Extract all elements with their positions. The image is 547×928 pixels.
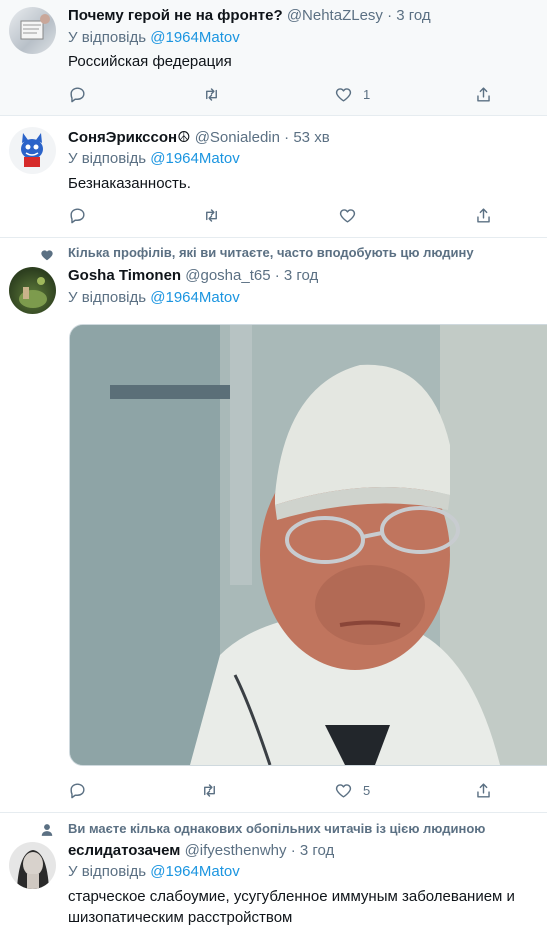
tweet-text: Безнаказанность. [68, 175, 191, 192]
dot-separator: · [387, 7, 393, 24]
tweet-actions: 5 [68, 779, 498, 801]
reply-prefix: У відповідь [68, 150, 147, 167]
avatar[interactable] [9, 127, 56, 174]
tweet-text: Российская федерация [68, 53, 232, 70]
share-button[interactable] [474, 779, 493, 801]
doctor-photo [70, 325, 547, 765]
like-button[interactable] [338, 204, 357, 226]
heart-icon [335, 87, 352, 102]
author-name[interactable]: Gosha Timonen [68, 267, 181, 284]
avatar[interactable] [9, 842, 56, 889]
author-handle[interactable]: @NehtaZLesy [287, 7, 383, 24]
timestamp[interactable]: 3 год [396, 7, 430, 24]
retweet-button[interactable] [202, 204, 221, 226]
tweet-actions: 1 [68, 83, 498, 105]
reply-context: У відповідь @1964Matov [68, 28, 543, 48]
tweet-actions [68, 204, 498, 226]
reply-icon [70, 207, 85, 223]
reply-icon [70, 782, 85, 798]
like-count: 5 [363, 782, 371, 798]
retweet-icon [204, 783, 215, 797]
reply-context: У відповідь @1964Matov [68, 288, 543, 308]
timestamp[interactable]: 3 год [284, 267, 318, 284]
tweet-4[interactable]: Ви маєте кілька однакових обопільних чит… [0, 813, 547, 927]
reply-context: У відповідь @1964Matov [68, 862, 543, 882]
author-name[interactable]: СоняЭрикссон☮ [68, 129, 191, 146]
reply-button[interactable] [68, 83, 87, 105]
like-count: 1 [363, 86, 371, 102]
reply-button[interactable] [68, 779, 87, 801]
tweet-2[interactable]: СоняЭрикссон☮ @Sonialedin · 53 хв У відп… [0, 116, 547, 238]
tweet-header: еслидатозачем @ifyesthenwhy · 3 год [68, 841, 543, 861]
dot-separator: · [290, 842, 296, 859]
reply-context: У відповідь @1964Matov [68, 149, 543, 169]
author-handle[interactable]: @gosha_t65 [185, 267, 270, 284]
reply-icon [70, 86, 85, 102]
author-handle[interactable]: @ifyesthenwhy [185, 842, 287, 859]
reply-to-link[interactable]: @1964Matov [150, 289, 239, 306]
timestamp[interactable]: 53 хв [293, 129, 329, 146]
tweet-header: СоняЭрикссон☮ @Sonialedin · 53 хв [68, 128, 543, 148]
share-button[interactable] [474, 83, 493, 105]
heart-icon [335, 783, 352, 798]
avatar[interactable] [9, 267, 56, 314]
share-icon [477, 86, 490, 102]
tweet-image[interactable] [69, 324, 547, 766]
author-handle[interactable]: @Sonialedin [195, 129, 280, 146]
author-name[interactable]: еслидатозачем [68, 842, 180, 859]
timestamp[interactable]: 3 год [300, 842, 334, 859]
like-button[interactable]: 5 [334, 779, 370, 801]
reply-button[interactable] [68, 204, 87, 226]
share-button[interactable] [474, 204, 493, 226]
tweet-header: Gosha Timonen @gosha_t65 · 3 год [68, 266, 543, 286]
heart-filled-icon [41, 250, 53, 261]
avatar[interactable] [9, 7, 56, 54]
social-context[interactable]: Кілька профілів, які ви читаєте, часто в… [68, 245, 474, 260]
social-context[interactable]: Ви маєте кілька однакових обопільних чит… [68, 821, 485, 836]
retweet-icon [206, 87, 217, 101]
reply-prefix: У відповідь [68, 29, 147, 46]
reply-to-link[interactable]: @1964Matov [150, 863, 239, 880]
reply-prefix: У відповідь [68, 289, 147, 306]
retweet-button[interactable] [202, 83, 221, 105]
like-button[interactable]: 1 [334, 83, 370, 105]
dot-separator: · [284, 129, 290, 146]
author-name[interactable]: Почему герой не на фронте? [68, 7, 283, 24]
tweet-header: Почему герой не на фронте? @NehtaZLesy ·… [68, 6, 543, 26]
heart-icon [339, 208, 356, 223]
reply-to-link[interactable]: @1964Matov [150, 29, 239, 46]
reply-to-link[interactable]: @1964Matov [150, 150, 239, 167]
retweet-button[interactable] [200, 779, 219, 801]
retweet-icon [206, 208, 217, 222]
dot-separator: · [274, 267, 280, 284]
tweet-1[interactable]: Почему герой не на фронте? @NehtaZLesy ·… [0, 0, 547, 116]
tweet-text: старческое слабоумие, усугубленное иммун… [68, 888, 515, 926]
reply-prefix: У відповідь [68, 863, 147, 880]
person-icon [41, 824, 53, 836]
share-icon [477, 782, 490, 798]
share-icon [477, 207, 490, 223]
tweet-3[interactable]: Кілька профілів, які ви читаєте, часто в… [0, 238, 547, 813]
